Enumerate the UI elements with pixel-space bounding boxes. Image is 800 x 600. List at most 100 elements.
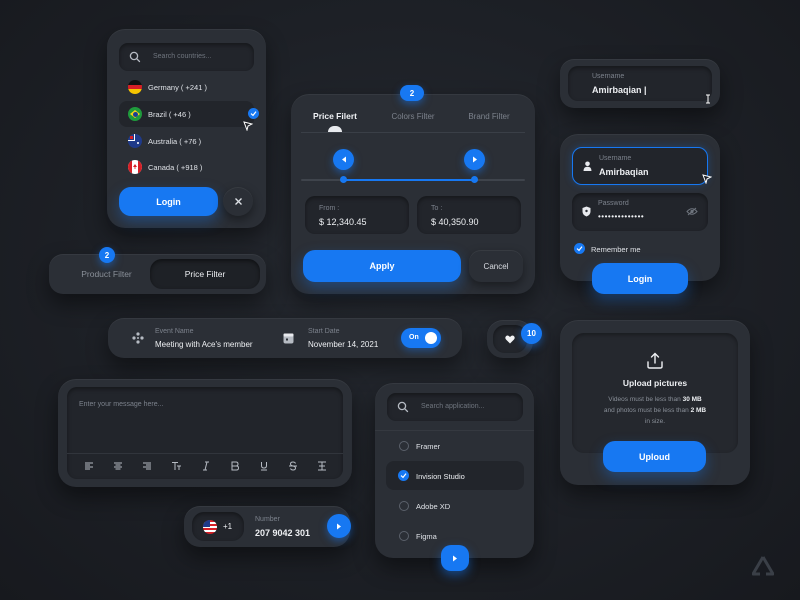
like-count-badge: 10 bbox=[521, 323, 542, 344]
toggle-switch[interactable]: On bbox=[401, 328, 441, 348]
app-picker-next-button[interactable] bbox=[441, 545, 469, 571]
event-name-label: Event Name bbox=[155, 328, 194, 335]
country-name: Canada ( +918 ) bbox=[148, 163, 203, 172]
slider-dot-max bbox=[471, 176, 478, 183]
align-left-icon[interactable] bbox=[84, 461, 94, 471]
from-value: $ 12,340.45 bbox=[319, 217, 367, 227]
play-icon bbox=[453, 555, 457, 561]
price-slider-range bbox=[343, 179, 474, 181]
tab-underline bbox=[301, 132, 525, 133]
tab-brand-filter[interactable]: Brand Filter bbox=[459, 112, 519, 121]
message-placeholder: Enter your message here... bbox=[79, 401, 164, 408]
align-right-icon[interactable] bbox=[142, 461, 152, 471]
country-code-selector[interactable]: +1 bbox=[192, 512, 244, 541]
login-username-label: Username bbox=[599, 155, 632, 162]
to-price-field[interactable]: To : $ 40,350.90 bbox=[417, 196, 521, 234]
upload-inner: Upload pictures Videos must be less than… bbox=[572, 333, 738, 453]
upload-icon bbox=[647, 352, 663, 369]
tab-price-filter[interactable]: Price Filter bbox=[150, 259, 260, 289]
from-price-field[interactable]: From : $ 12,340.45 bbox=[305, 196, 409, 234]
selected-check-icon bbox=[248, 108, 259, 119]
radio-unchecked bbox=[399, 441, 409, 451]
remember-label: Remember me bbox=[591, 245, 641, 254]
start-date-value[interactable]: November 14, 2021 bbox=[308, 340, 378, 349]
country-item-australia[interactable]: Australia ( +76 ) bbox=[119, 129, 254, 153]
to-label: To : bbox=[431, 205, 443, 212]
eye-off-icon[interactable] bbox=[686, 207, 698, 216]
login-form-card: Username Amirbaqian Password •••••••••••… bbox=[560, 134, 720, 294]
chevron-left-icon bbox=[341, 156, 346, 163]
country-search-field[interactable]: Search countries... bbox=[119, 43, 254, 71]
username-field-card: Username Amirbaqian | bbox=[560, 59, 720, 108]
upload-line2: and photos must be less than bbox=[603, 407, 691, 414]
tab-price-filert[interactable]: Price Filert bbox=[305, 111, 365, 121]
upload-photo-limit: 2 MB bbox=[690, 407, 707, 414]
country-picker-card: Search countries... Germany ( +241 ) Bra… bbox=[107, 29, 266, 228]
cancel-button[interactable]: Cancel bbox=[469, 250, 523, 282]
app-search-field[interactable]: Search application... bbox=[387, 393, 523, 421]
password-input[interactable]: Password •••••••••••••• bbox=[572, 193, 708, 231]
from-label: From : bbox=[319, 205, 340, 212]
app-name: Invision Studio bbox=[416, 472, 465, 481]
radio-unchecked bbox=[399, 531, 409, 541]
upload-button[interactable]: Uploud bbox=[603, 441, 706, 472]
app-item-invision-studio[interactable]: Invision Studio bbox=[386, 461, 524, 490]
price-filter-card: Price Filert Colors Filter Brand Filter … bbox=[291, 94, 535, 294]
event-name-value[interactable]: Meeting with Ace's member bbox=[155, 340, 253, 349]
text-size-icon[interactable] bbox=[171, 461, 182, 471]
message-textarea[interactable]: Enter your message here... bbox=[67, 387, 343, 479]
search-icon bbox=[129, 51, 141, 63]
phone-number-label: Number bbox=[255, 516, 280, 523]
editor-toolbar-divider bbox=[67, 453, 343, 454]
underline-icon[interactable] bbox=[259, 461, 269, 471]
app-search-divider bbox=[375, 430, 534, 431]
upload-line1: Videos must be less than bbox=[608, 396, 683, 403]
us-flag-icon bbox=[203, 520, 217, 534]
country-item-germany[interactable]: Germany ( +241 ) bbox=[119, 75, 254, 99]
close-icon bbox=[234, 198, 242, 205]
username-input-focused[interactable]: Username Amirbaqian bbox=[572, 147, 708, 185]
editor-toolbar bbox=[79, 461, 335, 473]
max-price-handle[interactable] bbox=[464, 149, 485, 170]
country-name: Brazil ( +46 ) bbox=[148, 110, 191, 119]
country-name: Germany ( +241 ) bbox=[148, 83, 207, 92]
shield-icon bbox=[582, 206, 591, 217]
tab-product-filter[interactable]: Product Filter bbox=[65, 269, 148, 279]
min-price-handle[interactable] bbox=[333, 149, 354, 170]
phone-number-value[interactable]: 207 9042 301 bbox=[255, 528, 310, 538]
filter-count-badge: 2 bbox=[99, 247, 115, 263]
message-editor-card: Enter your message here... bbox=[58, 379, 352, 487]
close-button[interactable] bbox=[223, 187, 253, 216]
login-submit-button[interactable]: Login bbox=[592, 263, 688, 294]
text-cursor-icon[interactable] bbox=[317, 461, 327, 471]
radio-checked-icon bbox=[398, 470, 409, 481]
upload-card: Upload pictures Videos must be less than… bbox=[560, 320, 750, 485]
country-item-canada[interactable]: Canada ( +918 ) bbox=[119, 155, 254, 179]
username-input[interactable]: Username Amirbaqian | bbox=[568, 66, 712, 101]
login-username-value: Amirbaqian bbox=[599, 167, 649, 177]
upload-video-limit: 30 MB bbox=[682, 396, 702, 403]
apply-button[interactable]: Apply bbox=[303, 250, 461, 282]
bold-icon[interactable] bbox=[230, 461, 240, 471]
australia-flag-icon bbox=[128, 134, 142, 148]
country-item-brazil[interactable]: Brazil ( +46 ) bbox=[119, 101, 254, 127]
strikethrough-icon[interactable] bbox=[288, 461, 298, 471]
phone-input-card: +1 Number 207 9042 301 bbox=[184, 506, 351, 547]
align-center-icon[interactable] bbox=[113, 461, 123, 471]
people-icon bbox=[132, 332, 144, 344]
italic-icon[interactable] bbox=[201, 461, 211, 471]
remember-checkbox[interactable] bbox=[574, 243, 585, 254]
heart-icon bbox=[505, 335, 515, 344]
germany-flag-icon bbox=[128, 80, 142, 94]
app-name: Framer bbox=[416, 442, 441, 451]
app-item-framer[interactable]: Framer bbox=[387, 433, 523, 459]
password-label: Password bbox=[598, 200, 629, 207]
tab-colors-filter[interactable]: Colors Filter bbox=[383, 112, 443, 121]
login-button[interactable]: Login bbox=[119, 187, 218, 216]
brand-logo-icon bbox=[752, 556, 774, 576]
app-item-adobe-xd[interactable]: Adobe XD bbox=[387, 493, 523, 519]
password-value: •••••••••••••• bbox=[598, 212, 645, 221]
price-filter-badge: 2 bbox=[400, 85, 424, 101]
phone-submit-button[interactable] bbox=[327, 514, 351, 538]
app-picker-card: Search application... Framer Invision St… bbox=[375, 383, 534, 558]
